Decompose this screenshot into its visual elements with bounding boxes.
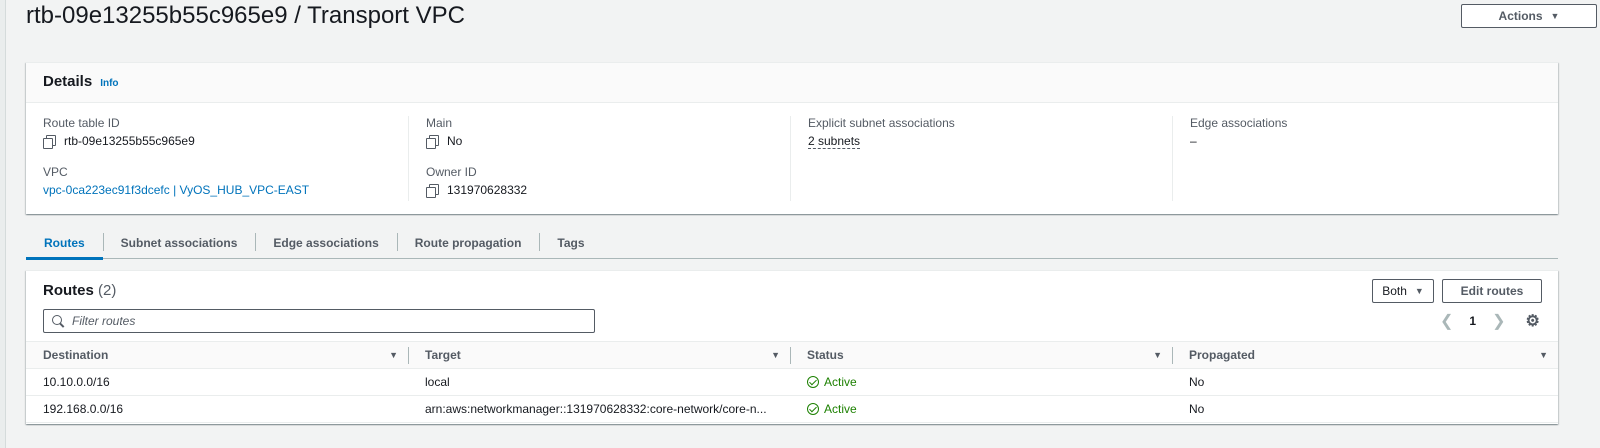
both-label: Both xyxy=(1382,284,1407,298)
status-text: Active xyxy=(824,402,857,416)
filter-box xyxy=(43,309,595,333)
owner-id-value: 131970628332 xyxy=(447,183,528,197)
copy-icon[interactable] xyxy=(426,135,439,149)
col-status[interactable]: Status ▼ xyxy=(790,341,1172,369)
page-title: rtb-09e13255b55c965e9 / Transport VPC xyxy=(26,2,465,29)
sort-icon[interactable]: ▼ xyxy=(389,350,398,360)
actions-button[interactable]: Actions ▼ xyxy=(1461,4,1597,28)
copy-icon[interactable] xyxy=(43,135,56,149)
table-row: 10.10.0.0/16 local Active No xyxy=(26,368,1558,396)
info-link[interactable]: Info xyxy=(100,78,118,89)
routes-panel: Routes (2) Both ▼ Edit routes ❮ 1 ❯ ⚙ De… xyxy=(26,270,1558,424)
status-text: Active xyxy=(824,375,857,389)
edge-associations-label: Edge associations xyxy=(1190,116,1288,130)
col-destination[interactable]: Destination ▼ xyxy=(26,341,408,369)
table-row: 192.168.0.0/16 arn:aws:networkmanager::1… xyxy=(26,395,1558,423)
check-circle-icon xyxy=(807,403,819,415)
tab-edge-associations[interactable]: Edge associations xyxy=(255,228,396,259)
col-propagated[interactable]: Propagated ▼ xyxy=(1172,341,1558,369)
caret-down-icon: ▼ xyxy=(1414,286,1424,296)
target-cell: local xyxy=(408,368,790,396)
left-nav-edge xyxy=(0,0,6,448)
destination-cell: 192.168.0.0/16 xyxy=(26,395,408,423)
status-cell: Active xyxy=(790,368,1172,396)
tab-bar: Routes Subnet associations Edge associat… xyxy=(26,228,1558,260)
routes-count: (2) xyxy=(98,282,117,299)
destination-cell: 10.10.0.0/16 xyxy=(26,368,408,396)
main-label: Main xyxy=(426,116,453,130)
sort-icon[interactable]: ▼ xyxy=(1539,350,1548,360)
table-header-row: Destination ▼ Target ▼ Status ▼ Propagated ▼ xyxy=(26,341,1558,369)
details-title: Details xyxy=(43,73,93,90)
sort-icon[interactable]: ▼ xyxy=(771,350,780,360)
vpc-link[interactable]: vpc-0ca223ec91f3dcefc | VyOS_HUB_VPC-EAS… xyxy=(43,183,309,197)
edge-associations-value: – xyxy=(1190,134,1197,148)
routes-title-text: Routes xyxy=(43,282,94,299)
page-number[interactable]: 1 xyxy=(1469,314,1476,328)
explicit-subnet-value[interactable]: 2 subnets xyxy=(808,134,861,149)
search-icon xyxy=(52,315,64,327)
check-circle-icon xyxy=(807,376,819,388)
route-table-id-value: rtb-09e13255b55c965e9 xyxy=(64,134,195,148)
routes-title: Routes (2) xyxy=(43,282,116,299)
propagated-cell: No xyxy=(1172,368,1558,396)
col-status-label: Status xyxy=(807,348,844,362)
col-destination-label: Destination xyxy=(43,348,109,362)
details-col-3: Explicit subnet associations 2 subnets xyxy=(790,116,1172,201)
tab-subnet-associations[interactable]: Subnet associations xyxy=(102,228,256,259)
main-value: No xyxy=(447,134,463,148)
tab-tags[interactable]: Tags xyxy=(539,228,602,259)
prev-page-icon[interactable]: ❮ xyxy=(1440,311,1453,331)
caret-down-icon: ▼ xyxy=(1550,11,1560,21)
routes-table: Destination ▼ Target ▼ Status ▼ Propagated ▼… xyxy=(26,341,1558,423)
tab-routes[interactable]: Routes xyxy=(26,228,103,260)
details-col-1: Route table ID rtb-09e13255b55c965e9 VPC… xyxy=(26,116,408,201)
details-panel: Details Info Route table ID rtb-09e13255… xyxy=(26,62,1558,214)
edit-routes-button[interactable]: Edit routes xyxy=(1442,279,1542,303)
details-col-2: Main No Owner ID 131970628332 xyxy=(408,116,790,201)
route-table-id-label: Route table ID xyxy=(43,116,120,130)
target-cell: arn:aws:networkmanager::131970628332:cor… xyxy=(408,395,790,423)
actions-label: Actions xyxy=(1498,9,1543,23)
both-select[interactable]: Both ▼ xyxy=(1372,279,1434,303)
copy-icon[interactable] xyxy=(426,184,439,198)
col-target[interactable]: Target ▼ xyxy=(408,341,790,369)
propagated-cell: No xyxy=(1172,395,1558,423)
sort-icon[interactable]: ▼ xyxy=(1153,350,1162,360)
filter-routes-input[interactable] xyxy=(72,314,572,328)
explicit-subnet-label: Explicit subnet associations xyxy=(808,116,955,130)
status-cell: Active xyxy=(790,395,1172,423)
col-propagated-label: Propagated xyxy=(1189,348,1256,362)
details-col-4: Edge associations – xyxy=(1172,116,1554,201)
pagination: ❮ 1 ❯ ⚙ xyxy=(1440,311,1540,331)
gear-icon[interactable]: ⚙ xyxy=(1526,311,1540,331)
vpc-label: VPC xyxy=(43,165,68,179)
col-target-label: Target xyxy=(425,348,461,362)
tab-route-propagation[interactable]: Route propagation xyxy=(396,228,540,259)
next-page-icon[interactable]: ❯ xyxy=(1492,311,1505,331)
details-header: Details Info xyxy=(26,63,1558,103)
owner-id-label: Owner ID xyxy=(426,165,477,179)
